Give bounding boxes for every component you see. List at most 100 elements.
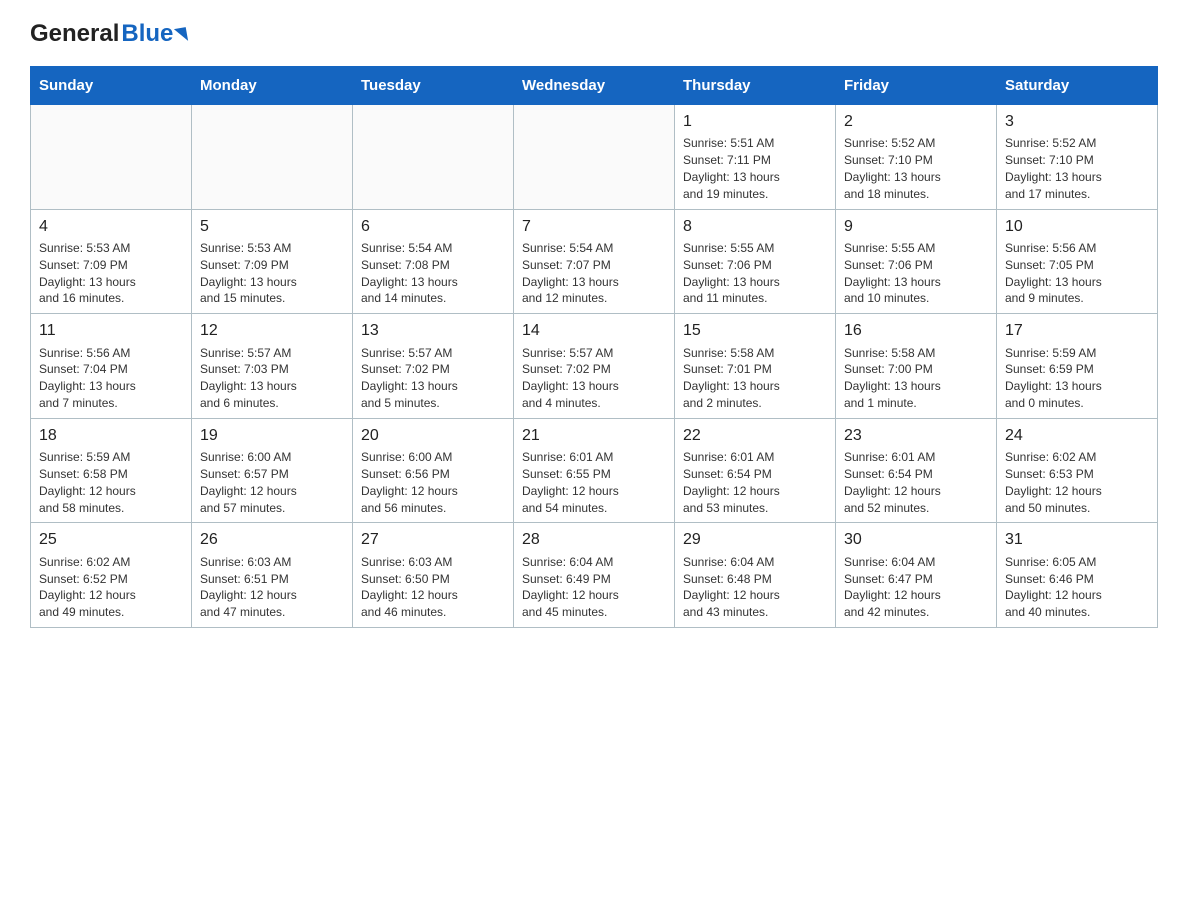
- day-info: Sunrise: 5:53 AM Sunset: 7:09 PM Dayligh…: [200, 240, 344, 307]
- calendar-cell: 2Sunrise: 5:52 AM Sunset: 7:10 PM Daylig…: [836, 105, 997, 210]
- calendar-cell: 13 Sunrise: 5:57 AM Sunset: 7:02 PM Dayli…: [353, 314, 514, 419]
- calendar-body: 1Sunrise: 5:51 AM Sunset: 7:11 PM Daylig…: [31, 105, 1158, 628]
- calendar-cell: [514, 105, 675, 210]
- day-number: 22: [683, 425, 827, 447]
- calendar-cell: 20Sunrise: 6:00 AM Sunset: 6:56 PM Dayli…: [353, 418, 514, 523]
- day-number: 12: [200, 320, 344, 342]
- calendar-cell: 15 Sunrise: 5:58 AM Sunset: 7:01 PM Dayli…: [675, 314, 836, 419]
- day-info: Sunrise: 5:57 AM Sunset: 7:02 PM Dayligh…: [361, 345, 505, 412]
- calendar-cell: 19Sunrise: 6:00 AM Sunset: 6:57 PM Dayli…: [192, 418, 353, 523]
- day-info: Sunrise: 5:53 AM Sunset: 7:09 PM Dayligh…: [39, 240, 183, 307]
- logo-arrow-icon: [174, 27, 188, 43]
- day-info: Sunrise: 5:52 AM Sunset: 7:10 PM Dayligh…: [844, 135, 988, 202]
- day-header-sunday: Sunday: [31, 67, 192, 105]
- day-number: 28: [522, 529, 666, 551]
- day-number: 1: [683, 111, 827, 133]
- calendar-cell: 12 Sunrise: 5:57 AM Sunset: 7:03 PM Dayli…: [192, 314, 353, 419]
- day-info: Sunrise: 5:58 AM Sunset: 7:00 PM Dayligh…: [844, 345, 988, 412]
- day-info: Sunrise: 6:05 AM Sunset: 6:46 PM Dayligh…: [1005, 554, 1149, 621]
- day-number: 17: [1005, 320, 1149, 342]
- calendar-cell: 9Sunrise: 5:55 AM Sunset: 7:06 PM Daylig…: [836, 209, 997, 314]
- calendar-cell: 6Sunrise: 5:54 AM Sunset: 7:08 PM Daylig…: [353, 209, 514, 314]
- calendar-cell: 18Sunrise: 5:59 AM Sunset: 6:58 PM Dayli…: [31, 418, 192, 523]
- day-number: 10: [1005, 216, 1149, 238]
- calendar-cell: 5Sunrise: 5:53 AM Sunset: 7:09 PM Daylig…: [192, 209, 353, 314]
- day-info: Sunrise: 6:01 AM Sunset: 6:54 PM Dayligh…: [683, 449, 827, 516]
- day-info: Sunrise: 5:57 AM Sunset: 7:02 PM Dayligh…: [522, 345, 666, 412]
- day-info: Sunrise: 6:01 AM Sunset: 6:54 PM Dayligh…: [844, 449, 988, 516]
- calendar-cell: 7Sunrise: 5:54 AM Sunset: 7:07 PM Daylig…: [514, 209, 675, 314]
- calendar-cell: 29Sunrise: 6:04 AM Sunset: 6:48 PM Dayli…: [675, 523, 836, 628]
- calendar-cell: 11 Sunrise: 5:56 AM Sunset: 7:04 PM Dayli…: [31, 314, 192, 419]
- day-number: 11: [39, 320, 183, 342]
- day-number: 24: [1005, 425, 1149, 447]
- day-number: 27: [361, 529, 505, 551]
- day-header-tuesday: Tuesday: [353, 67, 514, 105]
- day-number: 19: [200, 425, 344, 447]
- day-info: Sunrise: 5:55 AM Sunset: 7:06 PM Dayligh…: [844, 240, 988, 307]
- calendar-cell: 16 Sunrise: 5:58 AM Sunset: 7:00 PM Dayli…: [836, 314, 997, 419]
- calendar-week-1: 1Sunrise: 5:51 AM Sunset: 7:11 PM Daylig…: [31, 105, 1158, 210]
- calendar-cell: 4Sunrise: 5:53 AM Sunset: 7:09 PM Daylig…: [31, 209, 192, 314]
- day-number: 13: [361, 320, 505, 342]
- day-info: Sunrise: 6:03 AM Sunset: 6:50 PM Dayligh…: [361, 554, 505, 621]
- day-info: Sunrise: 5:56 AM Sunset: 7:04 PM Dayligh…: [39, 345, 183, 412]
- logo-general-text: General: [30, 20, 119, 48]
- calendar-cell: 26 Sunrise: 6:03 AM Sunset: 6:51 PM Dayli…: [192, 523, 353, 628]
- day-number: 26: [200, 529, 344, 551]
- day-number: 4: [39, 216, 183, 238]
- calendar-week-4: 18Sunrise: 5:59 AM Sunset: 6:58 PM Dayli…: [31, 418, 1158, 523]
- day-headers-row: SundayMondayTuesdayWednesdayThursdayFrid…: [31, 67, 1158, 105]
- day-number: 29: [683, 529, 827, 551]
- calendar-cell: 14 Sunrise: 5:57 AM Sunset: 7:02 PM Dayli…: [514, 314, 675, 419]
- calendar-cell: 3Sunrise: 5:52 AM Sunset: 7:10 PM Daylig…: [997, 105, 1158, 210]
- day-info: Sunrise: 6:00 AM Sunset: 6:57 PM Dayligh…: [200, 449, 344, 516]
- day-header-wednesday: Wednesday: [514, 67, 675, 105]
- day-number: 5: [200, 216, 344, 238]
- day-info: Sunrise: 6:03 AM Sunset: 6:51 PM Dayligh…: [200, 554, 344, 621]
- day-number: 25: [39, 529, 183, 551]
- logo: General Blue: [30, 20, 187, 48]
- calendar-cell: 17Sunrise: 5:59 AM Sunset: 6:59 PM Dayli…: [997, 314, 1158, 419]
- day-info: Sunrise: 5:57 AM Sunset: 7:03 PM Dayligh…: [200, 345, 344, 412]
- day-info: Sunrise: 6:00 AM Sunset: 6:56 PM Dayligh…: [361, 449, 505, 516]
- calendar-cell: 10Sunrise: 5:56 AM Sunset: 7:05 PM Dayli…: [997, 209, 1158, 314]
- day-number: 21: [522, 425, 666, 447]
- calendar-cell: 31 Sunrise: 6:05 AM Sunset: 6:46 PM Dayli…: [997, 523, 1158, 628]
- calendar-week-2: 4Sunrise: 5:53 AM Sunset: 7:09 PM Daylig…: [31, 209, 1158, 314]
- calendar-cell: 21Sunrise: 6:01 AM Sunset: 6:55 PM Dayli…: [514, 418, 675, 523]
- day-number: 14: [522, 320, 666, 342]
- day-info: Sunrise: 5:59 AM Sunset: 6:58 PM Dayligh…: [39, 449, 183, 516]
- day-number: 7: [522, 216, 666, 238]
- day-number: 23: [844, 425, 988, 447]
- day-number: 31: [1005, 529, 1149, 551]
- day-info: Sunrise: 5:56 AM Sunset: 7:05 PM Dayligh…: [1005, 240, 1149, 307]
- day-number: 6: [361, 216, 505, 238]
- day-info: Sunrise: 6:04 AM Sunset: 6:47 PM Dayligh…: [844, 554, 988, 621]
- day-number: 8: [683, 216, 827, 238]
- calendar-cell: 25Sunrise: 6:02 AM Sunset: 6:52 PM Dayli…: [31, 523, 192, 628]
- calendar-cell: 22Sunrise: 6:01 AM Sunset: 6:54 PM Dayli…: [675, 418, 836, 523]
- day-number: 2: [844, 111, 988, 133]
- day-info: Sunrise: 5:54 AM Sunset: 7:07 PM Dayligh…: [522, 240, 666, 307]
- calendar-cell: [192, 105, 353, 210]
- calendar-cell: 24Sunrise: 6:02 AM Sunset: 6:53 PM Dayli…: [997, 418, 1158, 523]
- day-number: 30: [844, 529, 988, 551]
- day-info: Sunrise: 5:55 AM Sunset: 7:06 PM Dayligh…: [683, 240, 827, 307]
- day-info: Sunrise: 5:54 AM Sunset: 7:08 PM Dayligh…: [361, 240, 505, 307]
- day-info: Sunrise: 5:51 AM Sunset: 7:11 PM Dayligh…: [683, 135, 827, 202]
- logo-blue-text: Blue: [121, 20, 173, 48]
- day-header-saturday: Saturday: [997, 67, 1158, 105]
- day-number: 16: [844, 320, 988, 342]
- calendar-table: SundayMondayTuesdayWednesdayThursdayFrid…: [30, 66, 1158, 628]
- day-info: Sunrise: 6:02 AM Sunset: 6:53 PM Dayligh…: [1005, 449, 1149, 516]
- day-number: 20: [361, 425, 505, 447]
- day-info: Sunrise: 5:58 AM Sunset: 7:01 PM Dayligh…: [683, 345, 827, 412]
- calendar-cell: [31, 105, 192, 210]
- calendar-cell: 8Sunrise: 5:55 AM Sunset: 7:06 PM Daylig…: [675, 209, 836, 314]
- day-number: 18: [39, 425, 183, 447]
- day-header-friday: Friday: [836, 67, 997, 105]
- day-header-monday: Monday: [192, 67, 353, 105]
- day-number: 15: [683, 320, 827, 342]
- calendar-cell: 30 Sunrise: 6:04 AM Sunset: 6:47 PM Dayli…: [836, 523, 997, 628]
